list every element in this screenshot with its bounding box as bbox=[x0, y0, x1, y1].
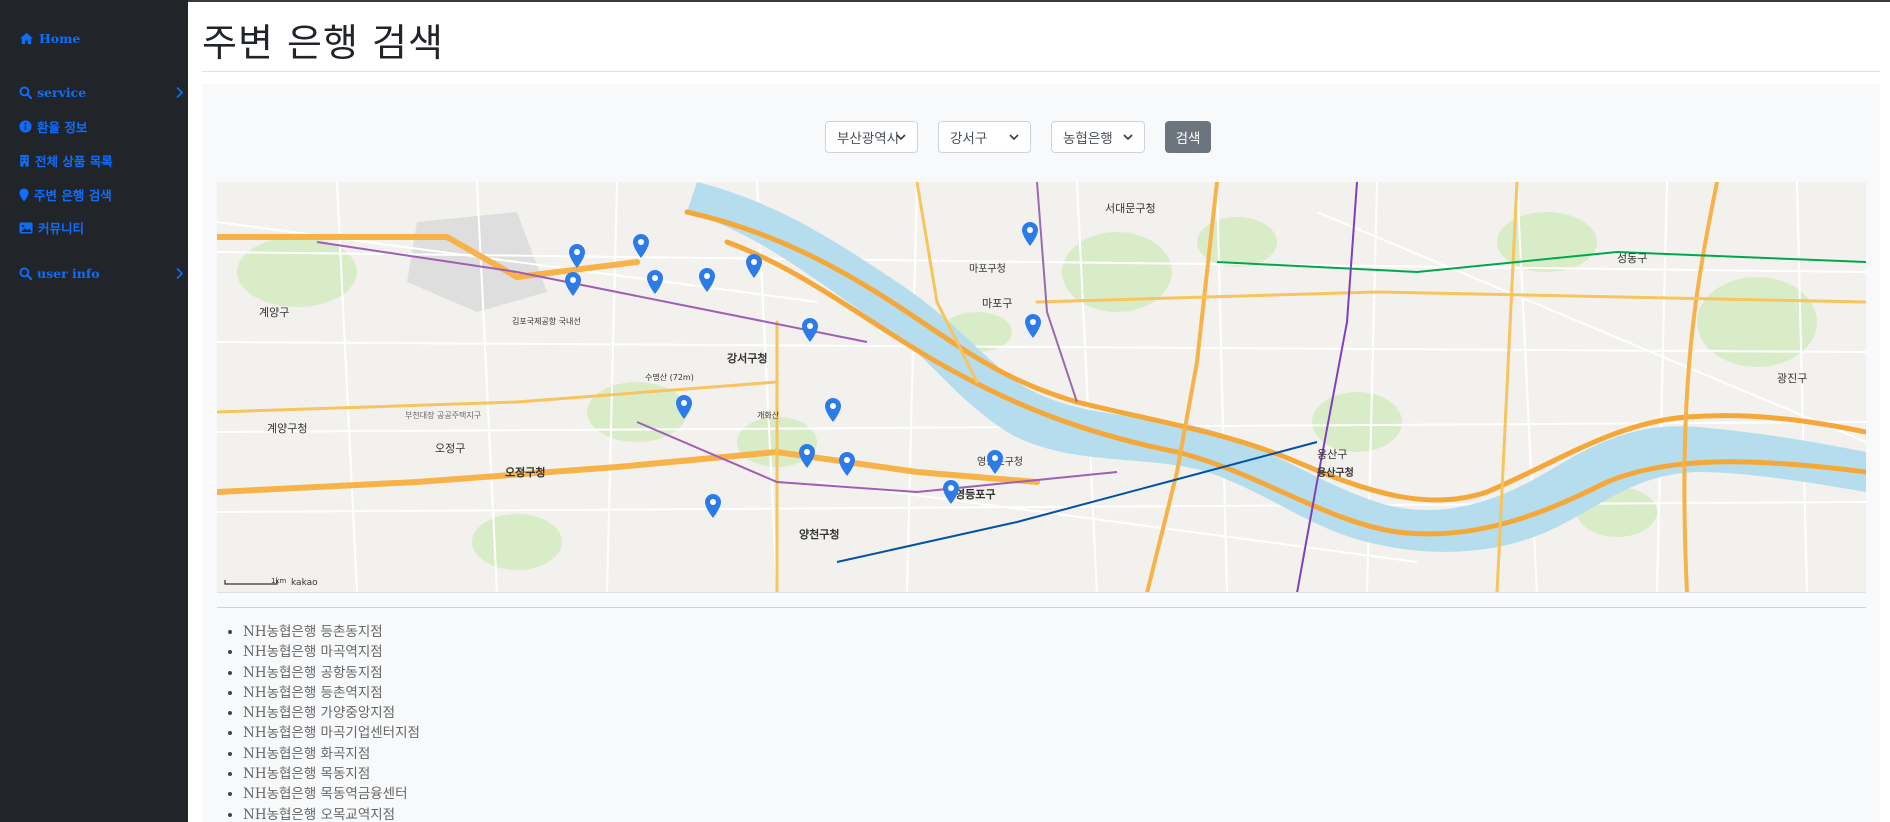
map-label: 강서구청 bbox=[727, 351, 767, 365]
sidebar-item-exchange-rate[interactable]: 환율 정보 bbox=[19, 117, 169, 136]
sidebar-item-label: 환율 정보 bbox=[37, 120, 88, 135]
info-icon bbox=[19, 120, 32, 133]
sidebar-item-nearby-bank[interactable]: 주변 은행 검색 bbox=[19, 185, 169, 204]
list-item[interactable]: NH농협은행 화곡지점 bbox=[243, 744, 420, 764]
search-button[interactable]: 검색 bbox=[1165, 121, 1211, 153]
bank-results-list: NH농협은행 등촌동지점 NH농협은행 마곡역지점 NH농협은행 공항동지점 N… bbox=[243, 622, 420, 822]
page-title: 주변 은행 검색 bbox=[202, 21, 444, 65]
list-item[interactable]: NH농협은행 공항동지점 bbox=[243, 663, 420, 683]
map-label: 부천대장 공공주택지구 bbox=[405, 410, 481, 420]
list-item[interactable]: NH농협은행 등촌역지점 bbox=[243, 683, 420, 703]
top-border bbox=[0, 0, 1890, 2]
sidebar-item-label: 주변 은행 검색 bbox=[34, 188, 112, 203]
map[interactable]: 계양구 계양구청 김포국제공항 국내선 강서구청 마포구 마포구청 서대문구청 … bbox=[217, 182, 1866, 593]
sidebar-item-user-info[interactable]: user info bbox=[19, 266, 184, 281]
map-label: 서대문구청 bbox=[1105, 202, 1156, 215]
sidebar: Home service 환율 정보 전체 상품 목록 주변 은행 검색 커뮤니… bbox=[0, 0, 188, 822]
map-label: 개화산 bbox=[757, 410, 780, 420]
sidebar-item-label: user info bbox=[37, 266, 100, 281]
district-select[interactable]: 강서구 bbox=[938, 121, 1031, 153]
map-label: 성동구 bbox=[1617, 252, 1647, 265]
map-label: 용산구 bbox=[1317, 448, 1347, 461]
map-label: 양천구청 bbox=[799, 527, 839, 541]
sidebar-item-community[interactable]: 커뮤니티 bbox=[19, 218, 169, 237]
bank-select-value: 농협은행 bbox=[1063, 131, 1113, 147]
list-item[interactable]: NH농협은행 목동지점 bbox=[243, 764, 420, 784]
chevron-down-icon bbox=[1009, 134, 1019, 141]
map-label: 수명산 (72m) bbox=[645, 372, 694, 382]
district-select-value: 강서구 bbox=[950, 131, 988, 147]
home-icon bbox=[20, 32, 33, 45]
map-label: 마포구청 bbox=[969, 263, 1006, 275]
map-label: 계양구 bbox=[259, 306, 289, 319]
list-item[interactable]: NH농협은행 가양중앙지점 bbox=[243, 703, 420, 723]
search-icon bbox=[19, 267, 32, 280]
list-item[interactable]: NH농협은행 마곡기업센터지점 bbox=[243, 723, 420, 743]
sidebar-item-label: 커뮤니티 bbox=[38, 221, 85, 236]
sidebar-item-service[interactable]: service bbox=[19, 85, 184, 100]
chevron-right-icon bbox=[176, 86, 184, 99]
chevron-down-icon bbox=[896, 134, 906, 141]
map-label: 용산구청 bbox=[1317, 466, 1354, 479]
map-label: 오정구청 bbox=[505, 465, 545, 479]
chevron-right-icon bbox=[176, 267, 184, 280]
map-canvas[interactable]: 계양구 계양구청 김포국제공항 국내선 강서구청 마포구 마포구청 서대문구청 … bbox=[217, 182, 1866, 593]
map-label: 영등포구 bbox=[955, 488, 995, 501]
kakao-logo: kakao bbox=[291, 578, 318, 588]
title-divider bbox=[202, 71, 1880, 72]
scale-label: 1km bbox=[271, 577, 287, 585]
map-label: 오정구 bbox=[435, 442, 465, 455]
city-select-value: 부산광역시 bbox=[837, 131, 900, 147]
city-select[interactable]: 부산광역시 bbox=[825, 121, 918, 153]
search-icon bbox=[19, 86, 32, 99]
map-pin-icon bbox=[19, 188, 29, 201]
map-label: 광진구 bbox=[1777, 372, 1807, 385]
image-icon bbox=[19, 222, 33, 233]
bank-select[interactable]: 농협은행 bbox=[1051, 121, 1145, 153]
list-item[interactable]: NH농협은행 마곡역지점 bbox=[243, 642, 420, 662]
sidebar-item-label: 전체 상품 목록 bbox=[35, 154, 113, 169]
map-label: 김포국제공항 국내선 bbox=[512, 316, 581, 326]
map-label: 마포구 bbox=[982, 297, 1012, 310]
list-item[interactable]: NH농협은행 목동역금융센터 bbox=[243, 784, 420, 804]
list-item[interactable]: NH농협은행 오목교역지점 bbox=[243, 805, 420, 822]
map-divider bbox=[217, 607, 1866, 608]
map-label: 계양구청 bbox=[267, 422, 307, 435]
sidebar-item-label: Home bbox=[39, 31, 81, 46]
chevron-down-icon bbox=[1123, 134, 1133, 141]
sidebar-item-products[interactable]: 전체 상품 목록 bbox=[19, 151, 169, 170]
building-icon bbox=[20, 154, 29, 167]
list-item[interactable]: NH농협은행 등촌동지점 bbox=[243, 622, 420, 642]
sidebar-item-home[interactable]: Home bbox=[19, 31, 169, 46]
sidebar-item-label: service bbox=[37, 85, 87, 100]
